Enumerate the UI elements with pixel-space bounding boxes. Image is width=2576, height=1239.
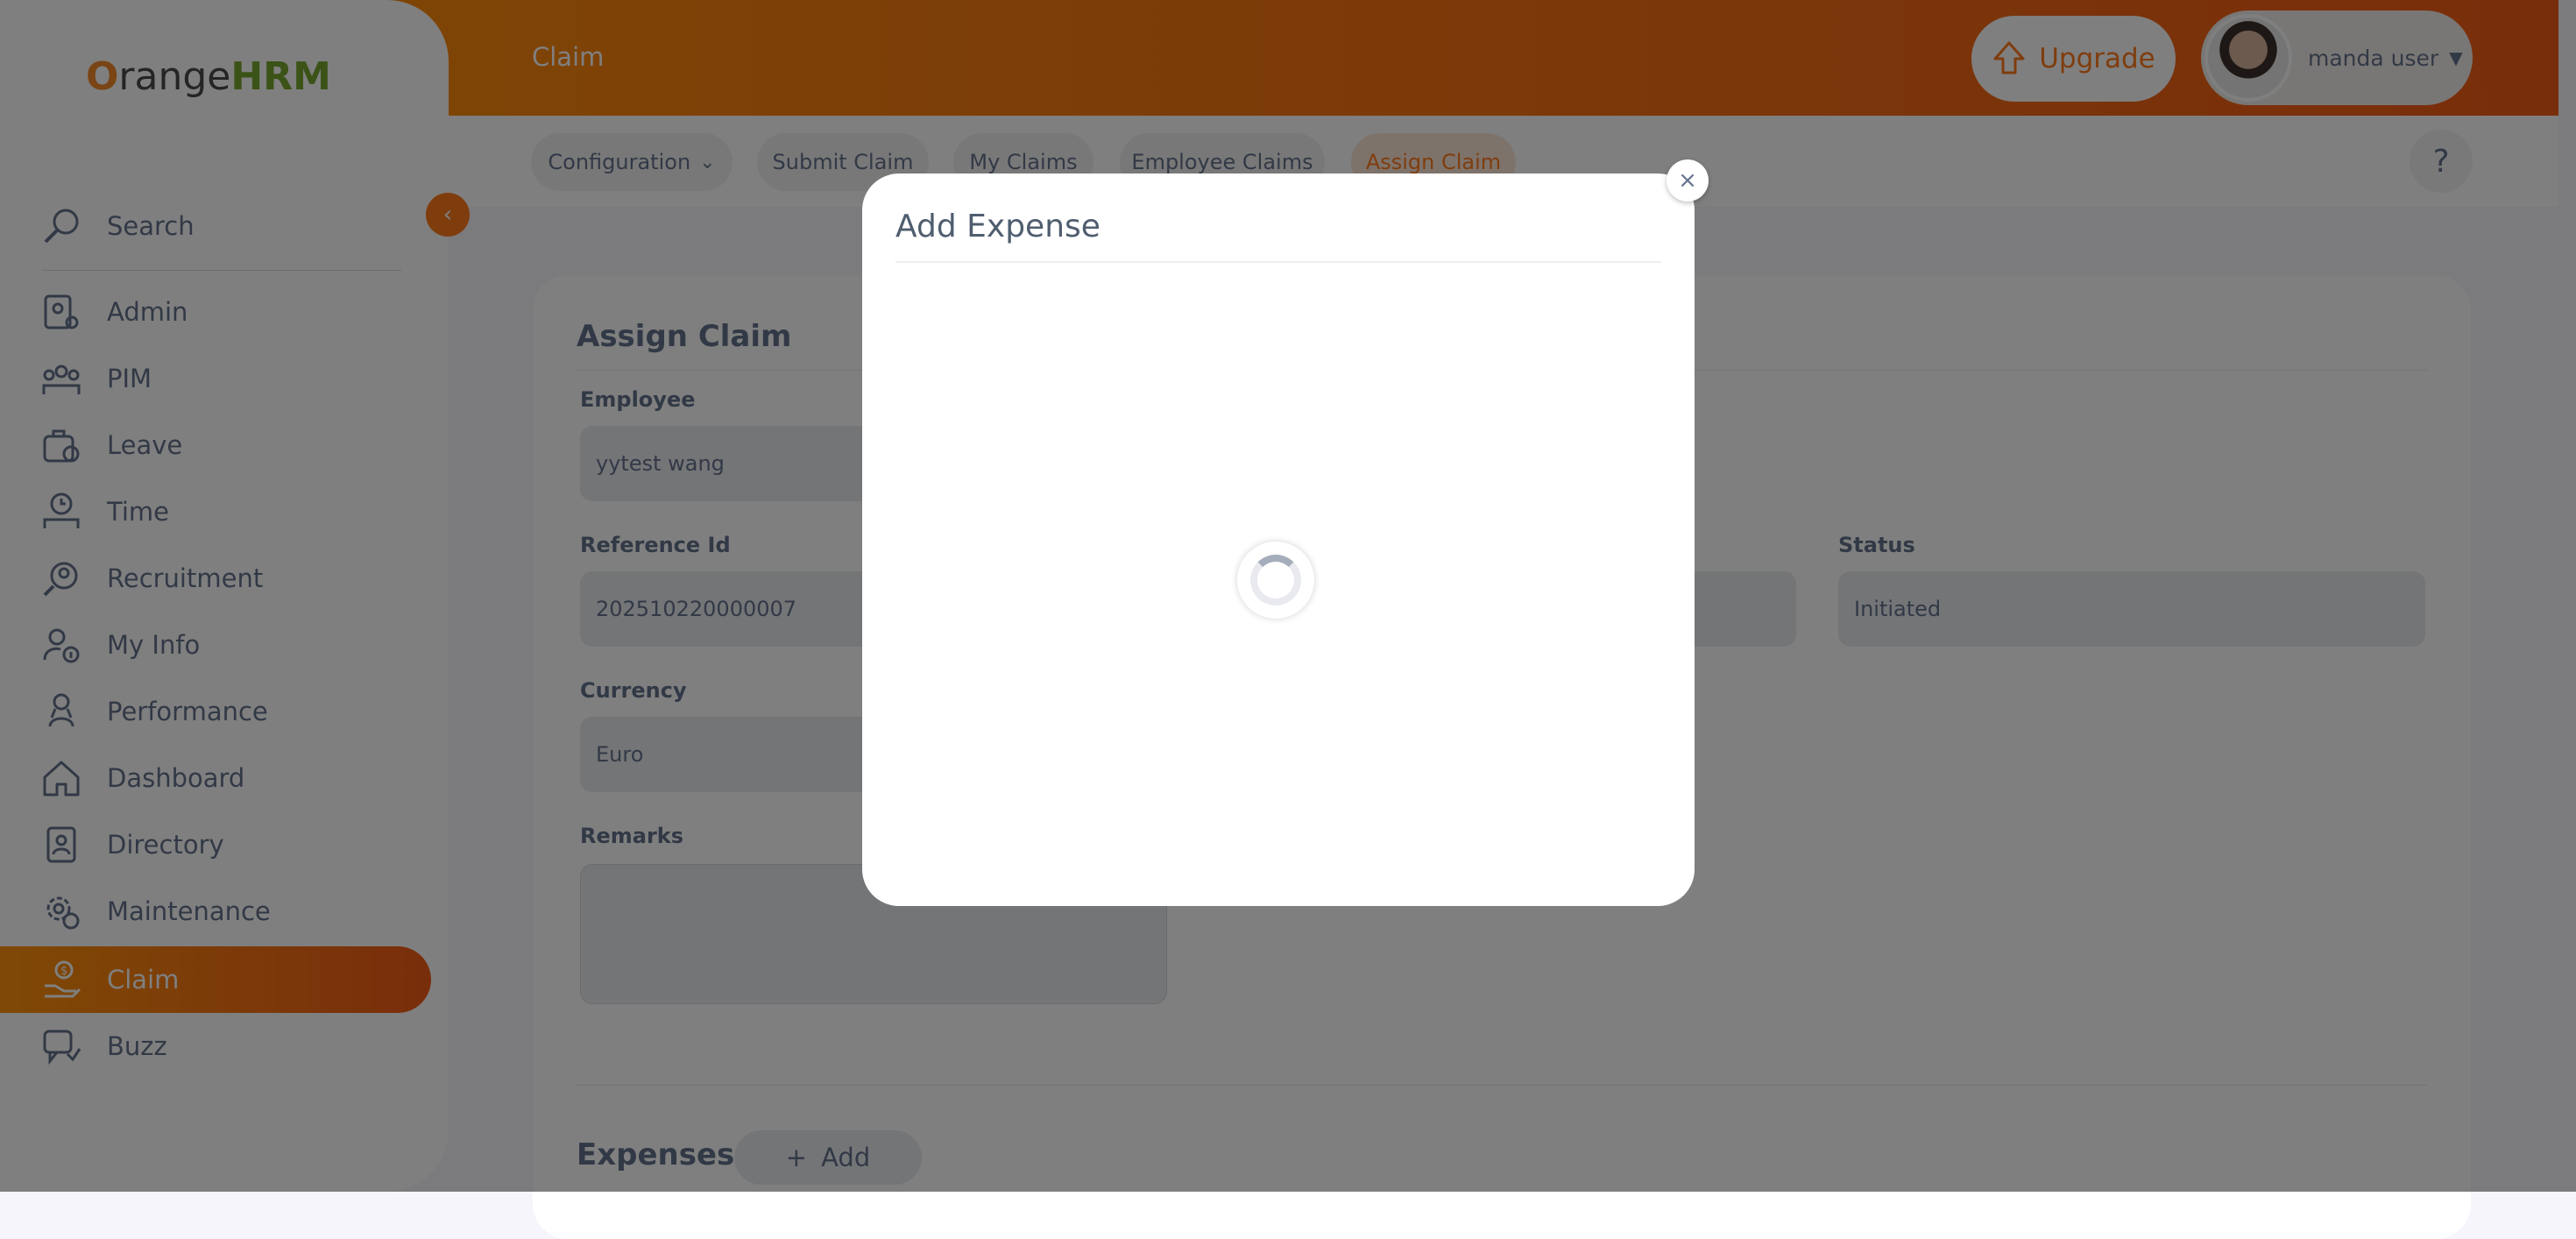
modal-title: Add Expense <box>895 209 1100 244</box>
loading-spinner <box>1237 542 1314 619</box>
divider <box>895 261 1661 263</box>
add-expense-modal: Add Expense <box>862 173 1695 906</box>
close-icon[interactable]: × <box>1667 159 1709 202</box>
spinner-ring <box>1250 555 1301 605</box>
